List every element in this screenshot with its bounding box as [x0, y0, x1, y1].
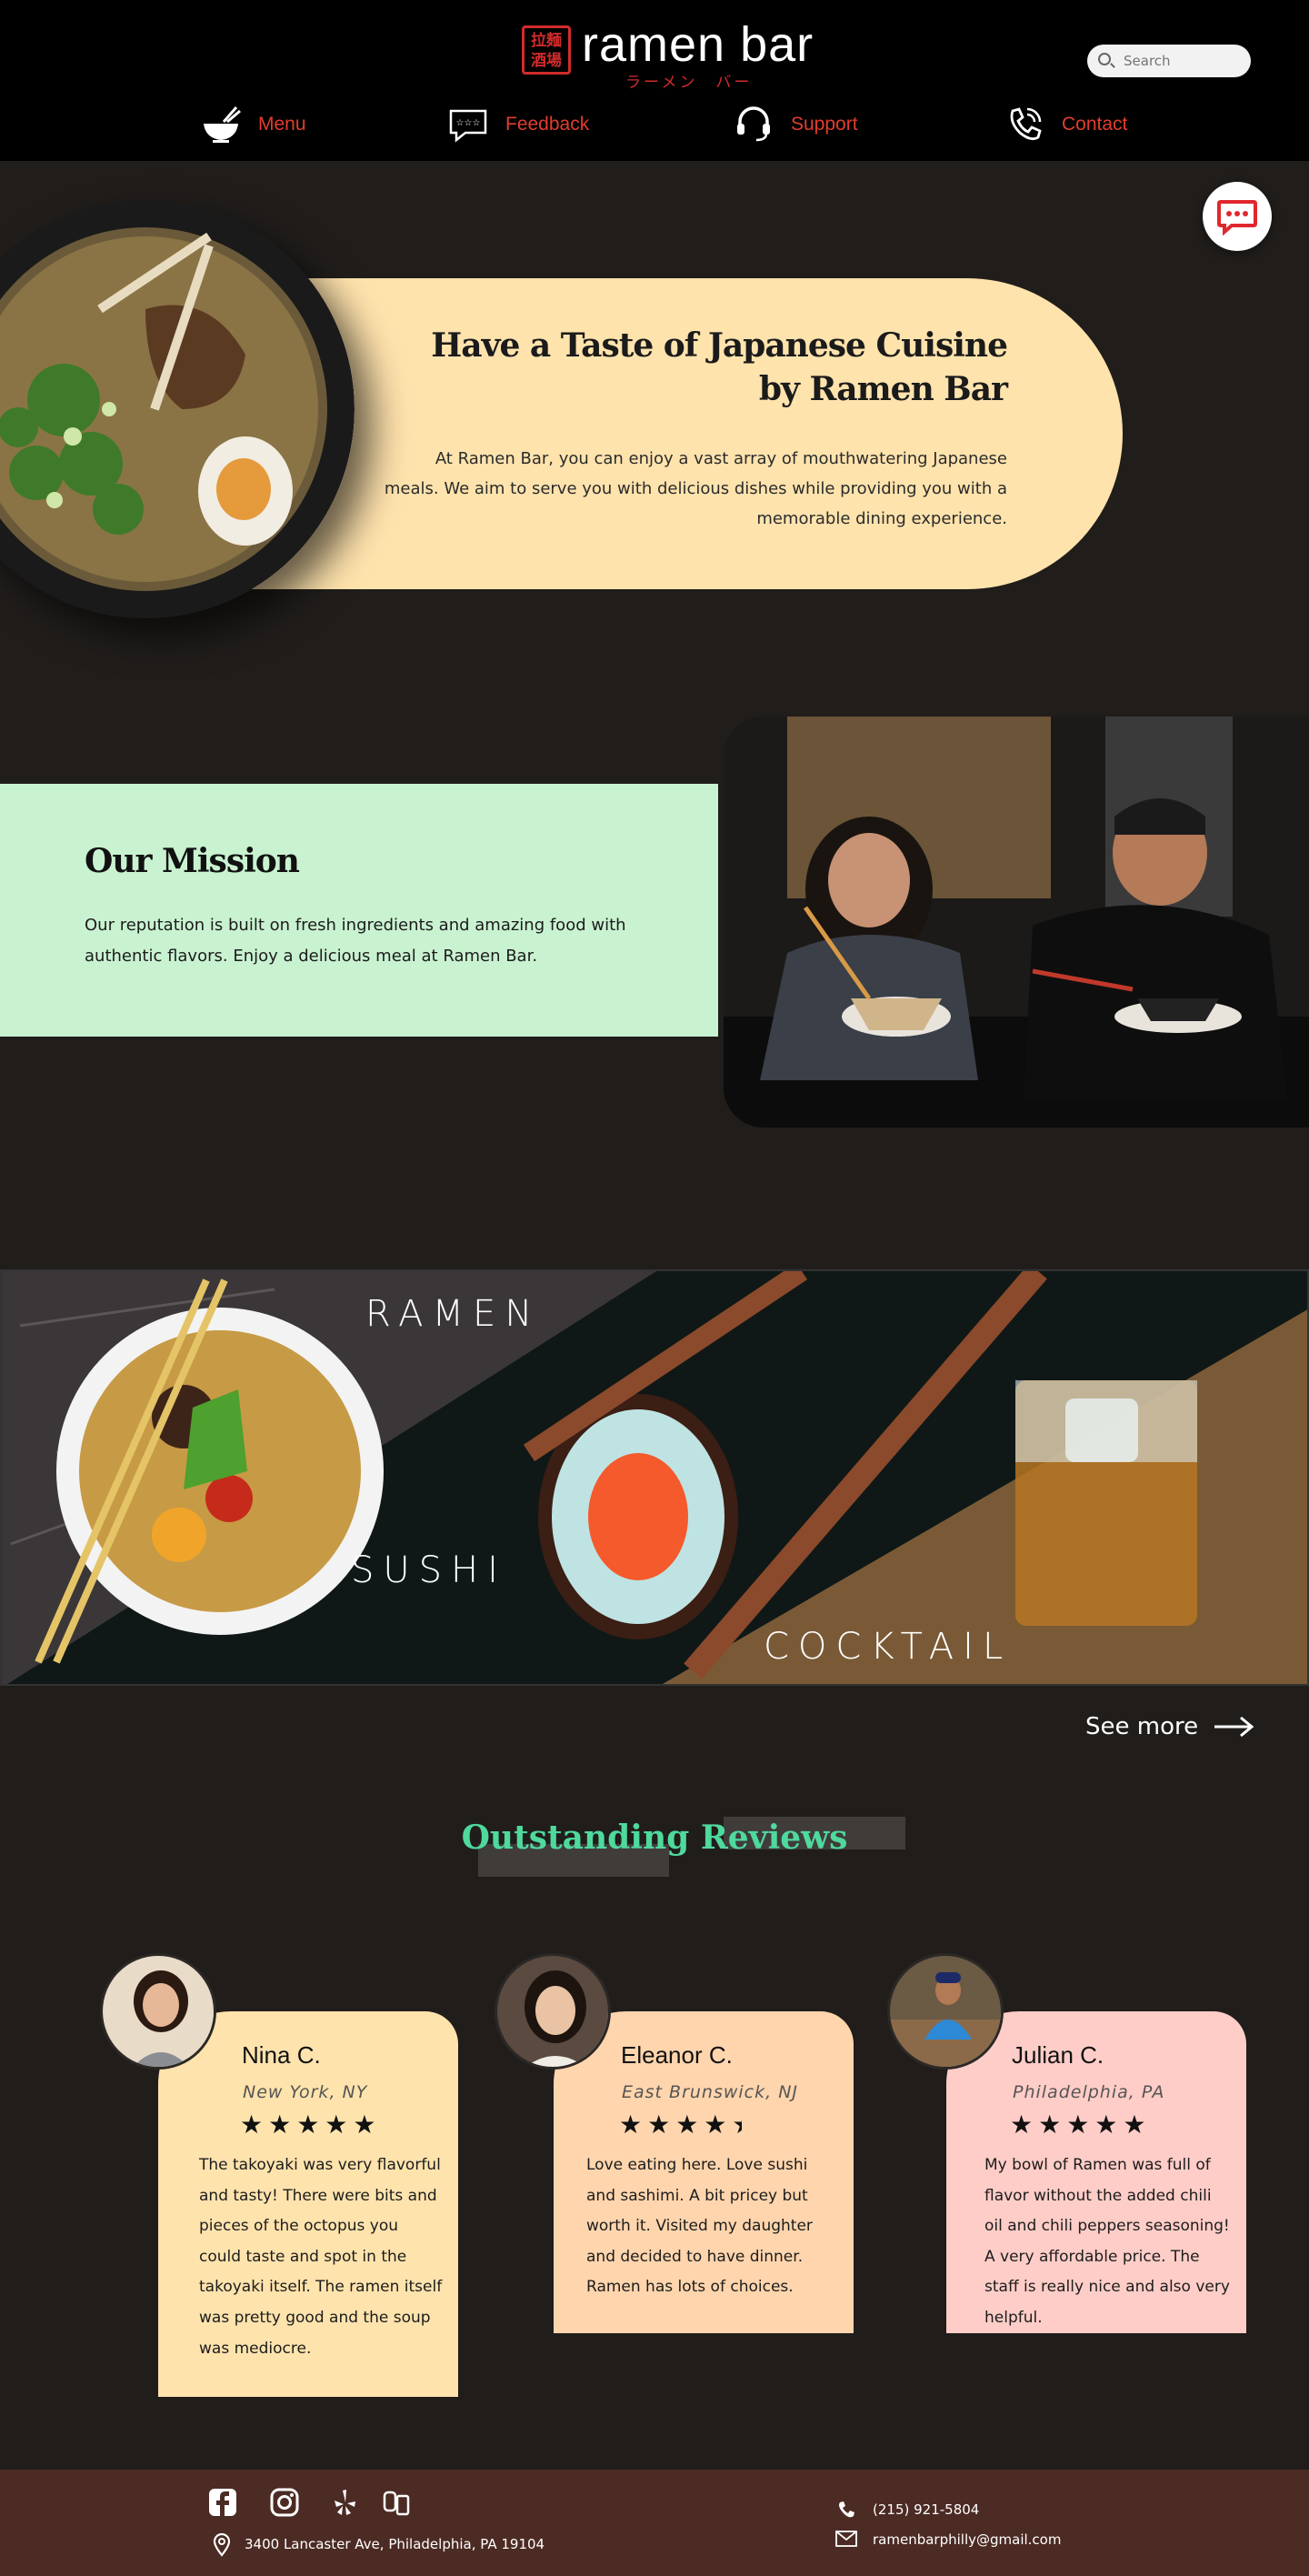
nav-support-label: Support	[791, 114, 858, 135]
diners-photo	[724, 717, 1309, 1128]
site-header: 拉麺酒場 ramen bar ラーメン バー Menu ☆☆☆ Feedback…	[0, 0, 1309, 161]
footer-email[interactable]: ramenbarphilly@gmail.com	[873, 2531, 1061, 2548]
footer-address[interactable]: 3400 Lancaster Ave, Philadelphia, PA 191…	[245, 2536, 545, 2552]
reviews-title: Outstanding Reviews	[461, 1819, 848, 1857]
site-footer	[0, 2470, 1309, 2576]
hero-title-line2: by Ramen Bar	[758, 370, 1008, 408]
arrow-right-icon	[1214, 1716, 1254, 1738]
grubhub-icon[interactable]	[382, 2487, 413, 2518]
nav-feedback-label: Feedback	[505, 114, 590, 135]
chat-bubble-icon	[1217, 200, 1257, 236]
reviewer-location: Philadelphia, PA	[1013, 2082, 1165, 2102]
avatar-eleanor	[495, 1953, 611, 2070]
reviewer-location: New York, NY	[243, 2082, 368, 2102]
hero-title: Have a Taste of Japanese Cuisine by Rame…	[345, 324, 1008, 411]
nav-menu-label: Menu	[258, 114, 306, 135]
logo[interactable]: 拉麺 酒場 ramen bar ラーメン バー	[522, 16, 813, 94]
review-text: My bowl of Ramen was full of flavor with…	[984, 2156, 1230, 2327]
search-box[interactable]	[1087, 45, 1251, 77]
hero-body: At Ramen Bar, you can enjoy a vast array…	[384, 449, 1007, 528]
logo-name: ramen bar	[582, 17, 814, 72]
mission-title: Our Mission	[85, 842, 300, 880]
headset-icon	[737, 106, 770, 142]
footer-phone[interactable]: (215) 921-5804	[873, 2501, 979, 2518]
yelp-icon[interactable]	[329, 2487, 360, 2518]
search-input[interactable]	[1124, 50, 1242, 72]
phone-icon	[1010, 107, 1042, 141]
food-categories-banner[interactable]: RAMEN SUSHI COCKTAIL	[0, 1269, 1309, 1686]
reviewer-name: Nina C.	[242, 2041, 321, 2069]
star-rating: ★★★★★	[240, 2110, 382, 2140]
review-text: The takoyaki was very flavorful and tast…	[199, 2156, 443, 2358]
chat-button[interactable]	[1203, 182, 1272, 251]
banner-label-sushi[interactable]: SUSHI	[351, 1549, 507, 1591]
banner-label-cocktail[interactable]: COCKTAIL	[764, 1626, 1012, 1668]
star-rating: ★★★★★	[1010, 2110, 1152, 2140]
svg-text:☆☆☆: ☆☆☆	[456, 118, 481, 128]
facebook-icon[interactable]	[207, 2487, 238, 2518]
location-pin-icon	[213, 2533, 231, 2557]
nav-contact[interactable]: Contact	[1004, 104, 1127, 145]
reviewer-name: Julian C.	[1012, 2041, 1104, 2069]
star-rating: ★★★★★	[619, 2110, 742, 2140]
nav-feedback[interactable]: ☆☆☆ Feedback	[447, 104, 589, 145]
email-icon	[835, 2531, 857, 2547]
half-star-icon: ★	[732, 2110, 742, 2140]
banner-label-ramen[interactable]: RAMEN	[365, 1293, 541, 1335]
rating-stars-icon: ☆☆☆	[449, 109, 487, 143]
nav-support[interactable]: Support	[733, 104, 858, 145]
logo-kanji-seal: 拉麺 酒場	[522, 25, 571, 75]
see-more-label: See more	[1085, 1713, 1199, 1740]
see-more-link[interactable]: See more	[1085, 1713, 1254, 1740]
instagram-icon[interactable]	[269, 2487, 300, 2518]
ramen-bowl-icon	[204, 106, 241, 143]
star-rating-full: ★★★★	[619, 2110, 733, 2140]
search-icon	[1098, 53, 1111, 65]
avatar-nina	[100, 1953, 216, 2070]
phone-icon	[839, 2501, 854, 2518]
avatar-julian	[887, 1953, 1004, 2070]
hero-title-line1: Have a Taste of Japanese Cuisine	[431, 326, 1008, 365]
reviewer-location: East Brunswick, NJ	[622, 2082, 799, 2102]
nav-menu[interactable]: Menu	[200, 104, 306, 145]
nav-contact-label: Contact	[1062, 114, 1128, 135]
logo-subtitle: ラーメン バー	[625, 74, 753, 92]
review-text: Love eating here. Love sushi and sashimi…	[586, 2156, 813, 2297]
reviewer-name: Eleanor C.	[621, 2041, 733, 2069]
mission-body: Our reputation is built on fresh ingredi…	[85, 916, 626, 966]
